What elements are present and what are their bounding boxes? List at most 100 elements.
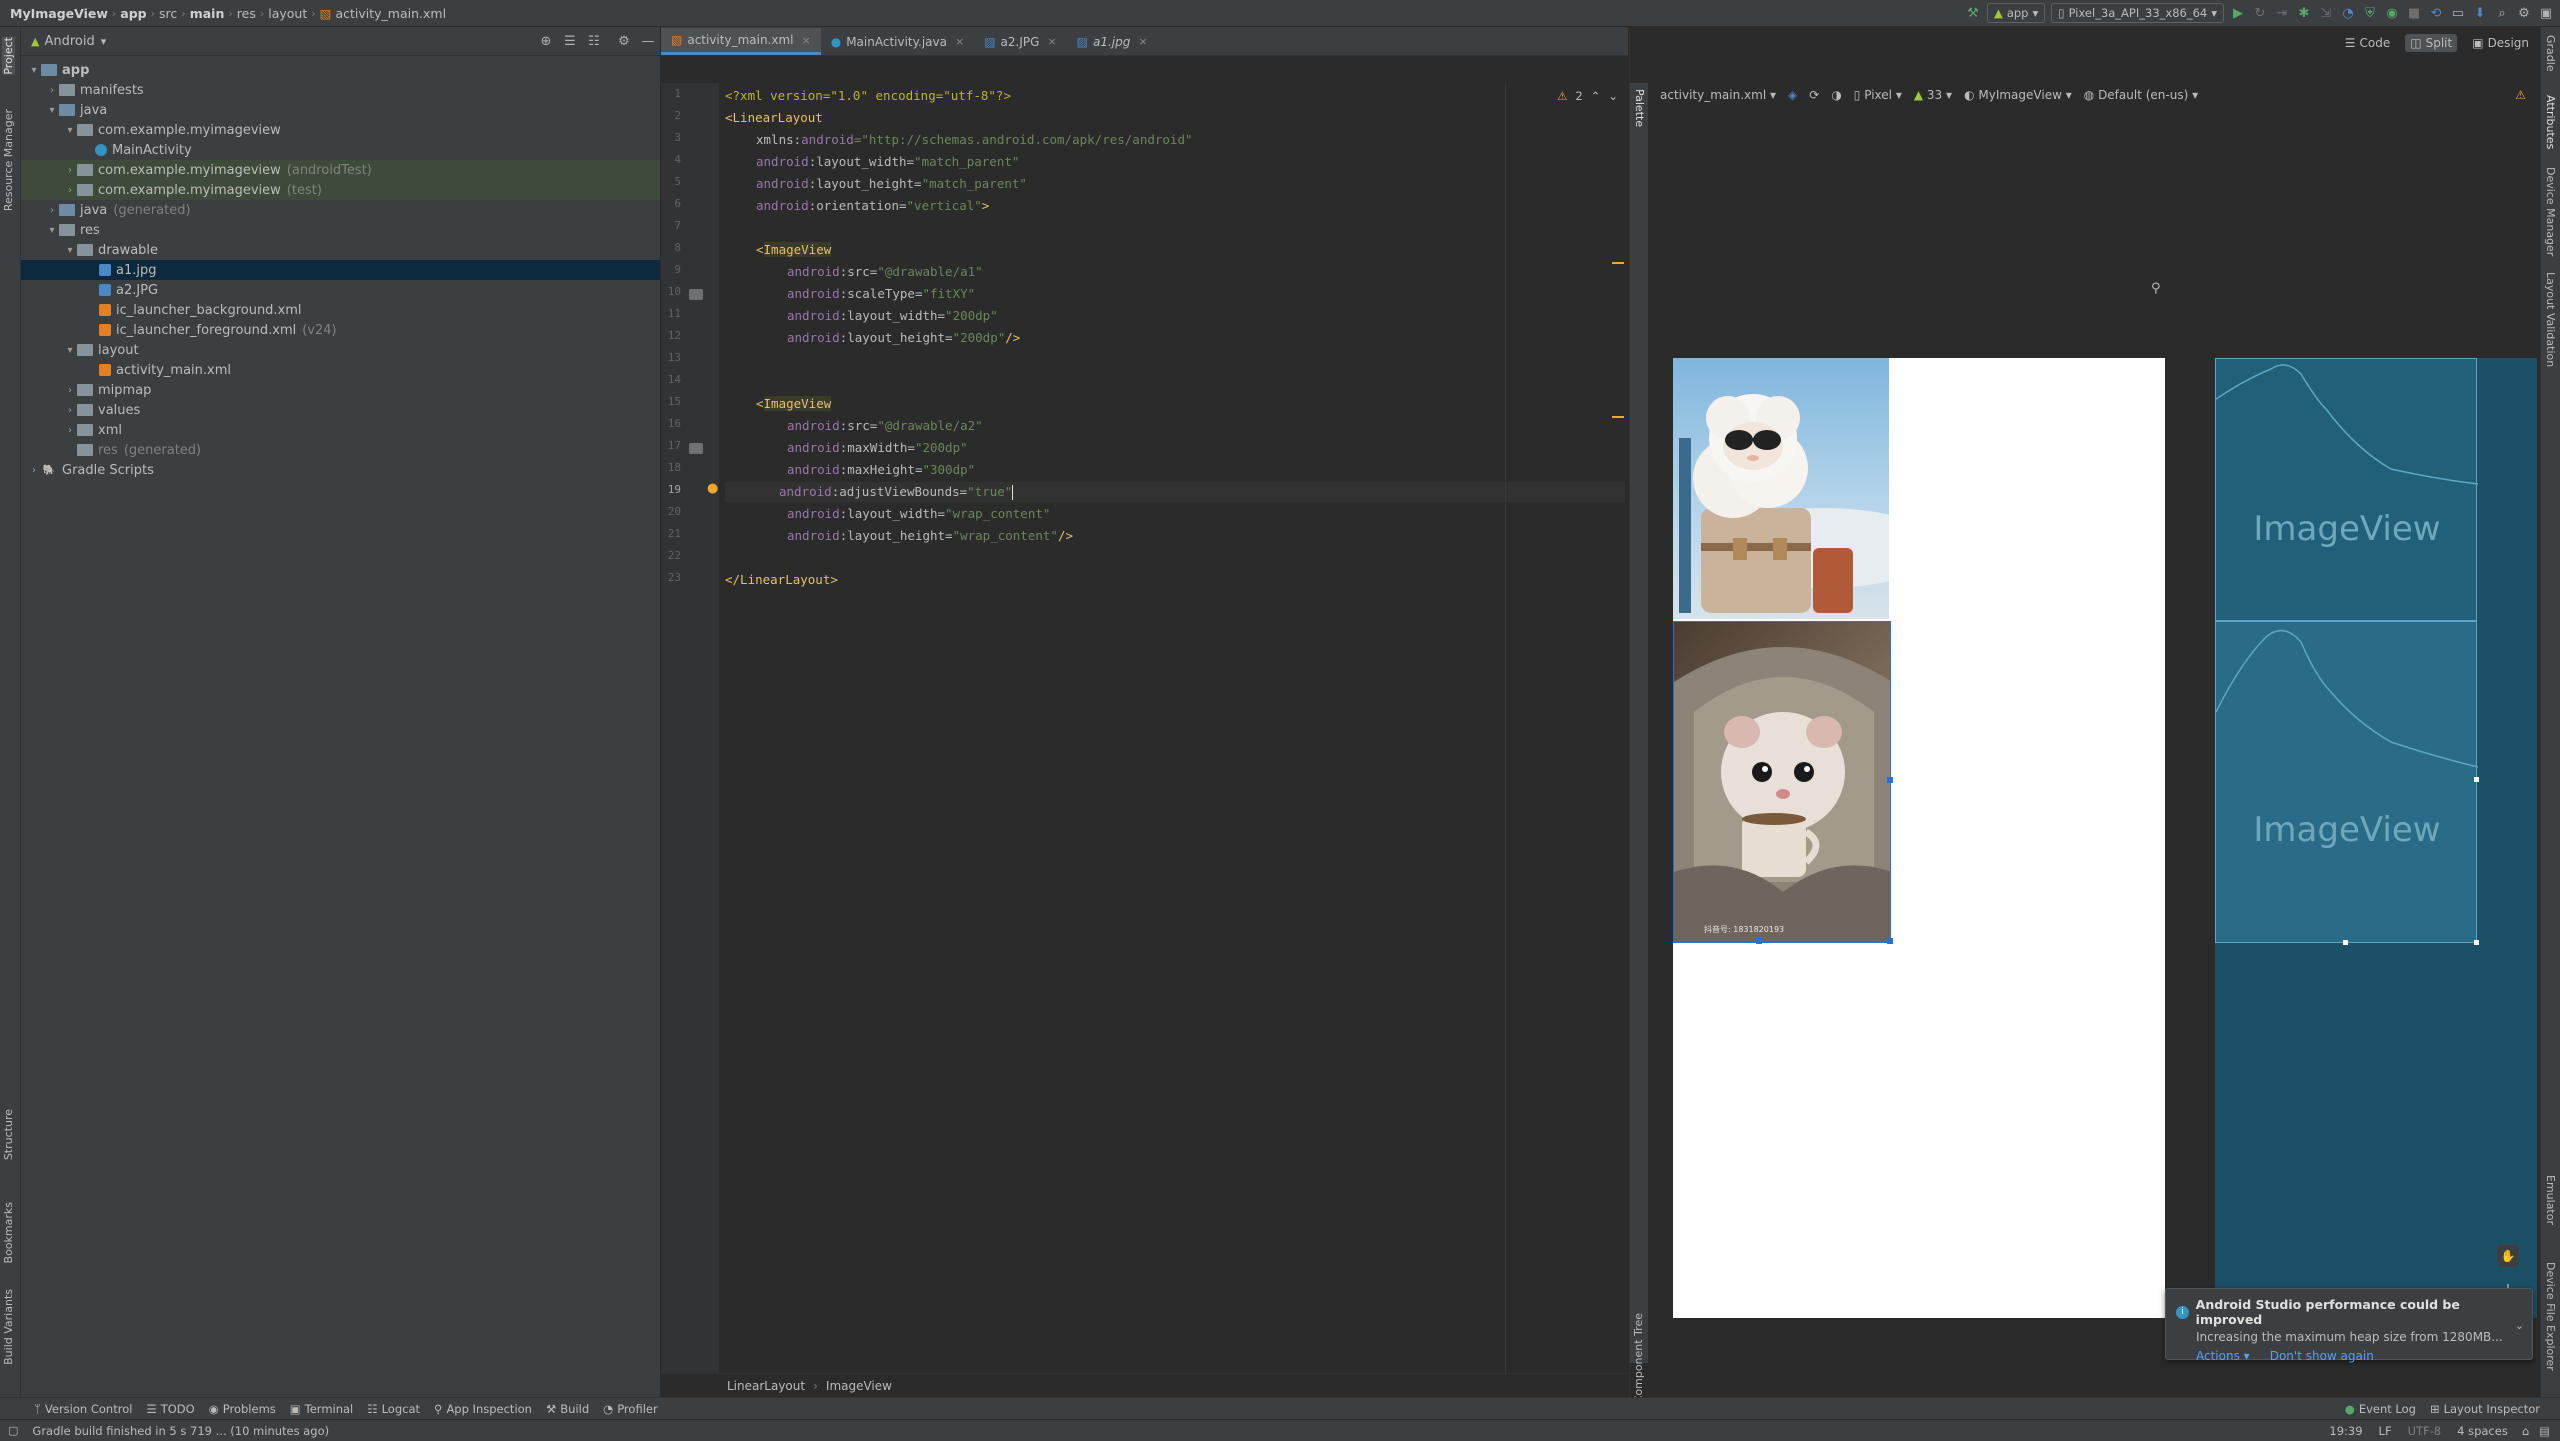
line-separator[interactable]: LF [2379,1424,2392,1438]
chevron-down-icon[interactable]: ⌄ [2515,1319,2524,1332]
apply-changes-icon[interactable]: ⇥ [2274,5,2290,21]
chevron-right-icon[interactable]: › [45,205,59,216]
component-tree-tab[interactable]: Component Tree [1632,1313,1645,1403]
close-icon[interactable]: × [802,34,811,47]
blueprint-imageview-2[interactable]: ImageView [2215,621,2478,943]
tree-item-res-generated[interactable]: res (generated) [21,440,660,460]
tool-window-emulator[interactable]: Emulator [2544,1175,2557,1225]
breadcrumb-layout[interactable]: layout [264,6,311,21]
tree-item-layout[interactable]: ▾ layout [21,340,660,360]
breadcrumb-project[interactable]: MyImageView [0,6,112,21]
warning-marker[interactable] [1612,416,1624,418]
mode-split-button[interactable]: ◫ Split [2405,34,2458,52]
tool-app-inspection[interactable]: ⚲ App Inspection [434,1402,532,1416]
run-icon[interactable]: ▶ [2230,5,2246,21]
theme-select[interactable]: ◐ MyImageView ▾ [1964,88,2072,102]
indent-setting[interactable]: 4 spaces [2457,1424,2508,1438]
status-window-icon[interactable]: ▢ [8,1424,18,1437]
tree-item-xml[interactable]: › xml [21,420,660,440]
resize-handle[interactable] [1756,938,1762,944]
tree-item-java-generated[interactable]: › java (generated) [21,200,660,220]
chevron-right-icon[interactable]: › [45,85,59,96]
tree-item-drawable[interactable]: ▾ drawable [21,240,660,260]
device-manager-icon[interactable]: ▭ [2450,5,2466,21]
tree-item-res[interactable]: ▾ res [21,220,660,240]
code-content[interactable]: <?xml version="1.0" encoding="utf-8"?> <… [725,83,1625,1363]
tool-window-structure[interactable]: Structure [2,1109,15,1160]
tool-window-layout-validation[interactable]: Layout Validation [2544,272,2557,367]
locale-select[interactable]: ◍ Default (en-us) ▾ [2084,88,2198,102]
window-icon[interactable]: ▣ [2538,5,2554,21]
image-preview-icon[interactable] [689,443,703,454]
night-mode-icon[interactable]: ◑ [1831,88,1841,102]
tree-item-app[interactable]: ▾ app [21,60,660,80]
tree-item-a2-jpg[interactable]: a2.JPG [21,280,660,300]
tree-item-activity-main[interactable]: activity_main.xml [21,360,660,380]
tree-item-values[interactable]: › values [21,400,660,420]
expand-all-icon[interactable]: ☰ [562,33,578,49]
tree-item-manifests[interactable]: › manifests [21,80,660,100]
close-icon[interactable]: × [1047,35,1056,48]
device-preview-select[interactable]: ▯ Pixel ▾ [1854,88,1902,102]
breadcrumb-module[interactable]: app [116,6,150,21]
tree-item-ic-launcher-background[interactable]: ic_launcher_background.xml [21,300,660,320]
resize-handle[interactable] [1887,777,1893,783]
gear-icon[interactable]: ⚙ [616,33,632,49]
pan-icon[interactable]: ✋ [2497,1245,2519,1267]
blueprint-imageview-1[interactable]: ImageView [2215,358,2478,621]
rerun-icon[interactable]: ↻ [2252,5,2268,21]
tree-item-mipmap[interactable]: › mipmap [21,380,660,400]
tree-item-package-androidtest[interactable]: › com.example.myimageview (androidTest) [21,160,660,180]
chevron-down-icon[interactable]: ▾ [45,225,59,236]
tool-window-attributes[interactable]: Attributes [2544,95,2557,149]
tree-item-java[interactable]: ▾ java [21,100,660,120]
tab-mainactivity-java[interactable]: ● MainActivity.java × [821,28,974,55]
tool-build[interactable]: ⚒ Build [546,1402,589,1416]
status-message[interactable]: Gradle build finished in 5 s 719 ... (10… [32,1424,329,1438]
tool-window-gradle[interactable]: Gradle [2544,35,2557,72]
tool-version-control[interactable]: ᛘ Version Control [34,1402,132,1416]
resize-handle[interactable] [2474,777,2479,782]
chevron-right-icon[interactable]: › [63,185,77,196]
tree-item-mainactivity[interactable]: MainActivity [21,140,660,160]
tool-window-project[interactable]: Project [2,37,15,75]
resize-handle[interactable] [2474,940,2479,945]
mode-code-button[interactable]: ☰ Code [2340,34,2396,52]
editor-breadcrumb-imageview[interactable]: ImageView [826,1379,892,1393]
tab-activity-main-xml[interactable]: ▧ activity_main.xml × [661,28,821,55]
chevron-down-icon[interactable]: ▾ [63,345,77,356]
chevron-right-icon[interactable]: › [63,165,77,176]
chevron-right-icon[interactable]: › [63,405,77,416]
breadcrumb-main[interactable]: main [186,6,229,21]
tool-window-resource-manager[interactable]: Resource Manager [2,109,15,211]
coverage-icon[interactable]: ⛨ [2362,5,2378,21]
chevron-down-icon[interactable]: ▾ [45,105,59,116]
breadcrumb-file[interactable]: ▧ activity_main.xml [316,6,450,21]
imageview-hamster[interactable]: 抖音号: 1831820193 [1673,621,1891,943]
project-view-select[interactable]: Android [44,34,94,49]
mode-design-button[interactable]: ▣ Design [2467,34,2534,52]
close-icon[interactable]: × [1138,35,1147,48]
profile-icon[interactable]: ◔ [2340,5,2356,21]
tool-window-device-manager[interactable]: Device Manager [2544,167,2557,256]
gear-icon[interactable]: ⚙ [2516,5,2532,21]
close-icon[interactable]: × [955,35,964,48]
stop-icon[interactable]: ■ [2406,5,2422,21]
run-config-select[interactable]: ▲ app ▾ [1986,3,2046,23]
chevron-down-icon[interactable]: ▾ [101,35,107,48]
tool-problems[interactable]: ◉ Problems [209,1402,276,1416]
chevron-right-icon[interactable]: › [27,465,41,476]
notifications-icon[interactable]: ▤ [2539,1424,2550,1438]
tool-window-device-file-explorer[interactable]: Device File Explorer [2544,1262,2557,1371]
lightbulb-icon[interactable]: ● [707,481,718,496]
tool-event-log[interactable]: ● Event Log [2345,1402,2416,1416]
tool-window-build-variants[interactable]: Build Variants [2,1289,15,1365]
image-preview-icon[interactable] [689,289,703,300]
chevron-down-icon[interactable]: ▾ [63,125,77,136]
breadcrumb-res[interactable]: res [233,6,260,21]
locate-icon[interactable]: ⊕ [538,33,554,49]
lock-icon[interactable]: ⌂ [2522,1424,2529,1438]
tree-item-package-test[interactable]: › com.example.myimageview (test) [21,180,660,200]
imageview-sheep[interactable] [1673,358,1889,619]
chevron-right-icon[interactable]: › [63,425,77,436]
